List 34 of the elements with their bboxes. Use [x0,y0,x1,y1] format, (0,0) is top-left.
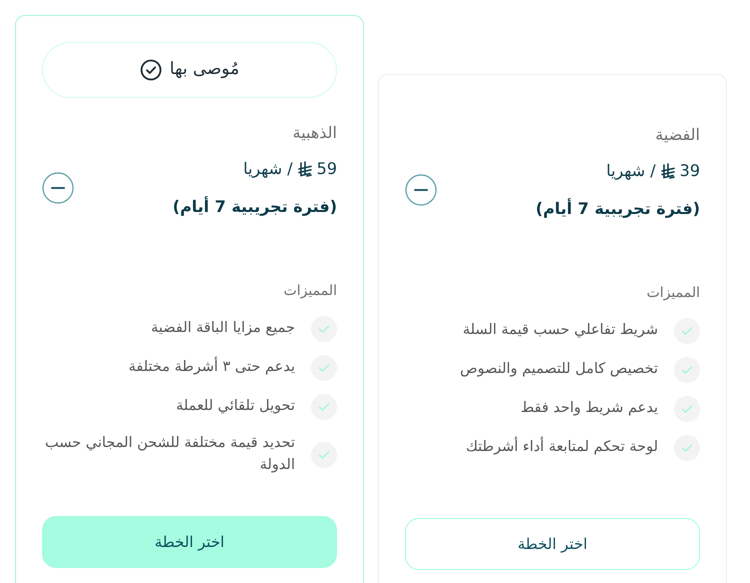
collapse-minus-icon[interactable] [405,174,437,206]
feature-text: تحديد قيمة مختلفة للشحن المجاني حسب الدولة [44,434,295,475]
riyal-icon [296,161,313,177]
trial-text: (فترة تجريبية 7 أيام) [172,195,337,218]
price-amount: 59 [316,158,337,180]
choose-plan-button[interactable]: اختر الخطة [42,516,337,568]
check-icon [311,394,337,420]
check-circle-icon [140,59,162,81]
collapse-minus-icon[interactable] [42,172,74,204]
price-period: / شهريا [606,160,656,182]
feature-text: تحويل تلقائي للعملة [176,397,295,416]
check-icon [674,357,700,383]
feature-text: لوحة تحكم لمتابعة أداء أشرطتك [466,437,658,459]
feature-text: تخصيص كامل للتصميم والنصوص [460,360,658,380]
price-period: / شهريا [243,158,293,180]
check-icon [311,442,337,468]
check-icon [674,435,700,461]
plan-name: الذهبية [292,122,337,144]
feature-text: جميع مزايا الباقة الفضية [151,319,295,338]
choose-plan-button[interactable]: اختر الخطة [405,518,700,570]
price-amount: 39 [680,160,700,182]
recommended-badge: مُوصى بها [42,42,337,98]
check-icon [674,318,700,344]
feature-text: يدعم حتى ٣ أشرطة مختلفة [128,357,295,379]
riyal-icon [660,163,676,179]
features-heading: المميزات [646,284,700,303]
feature-text: يدعم شريط واحد فقط [520,399,658,418]
features-heading: المميزات [282,282,337,301]
plan-name: الفضية [654,124,700,146]
check-icon [311,355,337,381]
check-icon [311,316,337,342]
feature-text: شريط تفاعلي حسب قيمة السلة [462,321,658,340]
trial-text: (فترة تجريبية 7 أيام) [536,197,700,220]
check-icon [674,396,700,422]
